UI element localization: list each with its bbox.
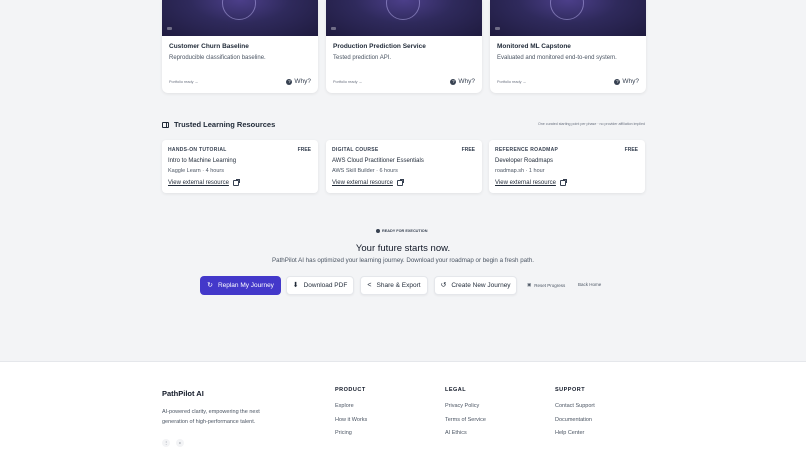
- why-button[interactable]: ? Why?: [450, 78, 475, 85]
- footer-link-contact[interactable]: Contact Support: [555, 403, 595, 409]
- resources-heading: Trusted Learning Resources: [162, 120, 275, 129]
- cta-subtitle: PathPilot AI has optimized your learning…: [272, 257, 534, 264]
- resource-type: DIGITAL COURSE: [332, 147, 379, 153]
- create-journey-button[interactable]: ↺ Create New Journey: [434, 276, 517, 295]
- check-icon: [376, 229, 380, 233]
- resource-card: DIGITAL COURSE FREE AWS Cloud Practition…: [326, 140, 482, 193]
- project-image: [162, 0, 318, 36]
- free-badge: FREE: [624, 147, 638, 153]
- page: Customer Churn Baseline Reproducible cla…: [0, 0, 806, 453]
- project-image: [490, 0, 646, 36]
- footer-brand: PathPilot AI: [162, 389, 204, 398]
- project-card: Production Prediction Service Tested pre…: [326, 0, 482, 93]
- footer-heading-product: PRODUCT: [335, 387, 366, 393]
- footer-link-ai-ethics[interactable]: AI Ethics: [445, 430, 467, 436]
- project-title: Customer Churn Baseline: [169, 43, 249, 50]
- share-icon: <: [367, 282, 372, 289]
- footer-link-how-it-works[interactable]: How it Works: [335, 417, 367, 423]
- resource-card: REFERENCE ROADMAP FREE Developer Roadmap…: [489, 140, 645, 193]
- portfolio-ready-link[interactable]: Portfolio ready →: [169, 80, 198, 84]
- refresh-icon: ↺: [440, 282, 447, 289]
- footer: PathPilot AI AI-powered clarity, empower…: [0, 361, 806, 453]
- project-title: Production Prediction Service: [333, 43, 426, 50]
- question-icon: ?: [450, 78, 457, 85]
- trash-icon: ▣: [527, 282, 532, 287]
- view-resource-link[interactable]: View external resource: [332, 179, 404, 186]
- resource-name: Intro to Machine Learning: [168, 158, 237, 164]
- book-icon: [162, 121, 169, 128]
- cta-title: Your future starts now.: [355, 243, 451, 254]
- footer-link-terms[interactable]: Terms of Service: [445, 417, 486, 423]
- project-title: Monitored ML Capstone: [497, 43, 571, 50]
- ready-badge: READY FOR EXECUTION: [376, 229, 428, 233]
- resource-meta: AWS Skill Builder · 6 hours: [332, 168, 398, 174]
- project-card: Monitored ML Capstone Evaluated and moni…: [490, 0, 646, 93]
- free-badge: FREE: [461, 147, 475, 153]
- project-desc: Tested prediction API.: [333, 55, 392, 61]
- back-home-link[interactable]: Back Home: [578, 282, 601, 287]
- external-link-icon: [559, 179, 567, 186]
- resources-note: One curated starting point per phase · n…: [537, 122, 645, 126]
- question-icon: ?: [614, 78, 621, 85]
- resource-type: REFERENCE ROADMAP: [495, 147, 559, 153]
- external-link-icon: [396, 179, 404, 186]
- project-image: [326, 0, 482, 36]
- portfolio-ready-link[interactable]: Portfolio ready →: [333, 80, 362, 84]
- share-export-button[interactable]: < Share & Export: [360, 276, 428, 295]
- resource-card: HANDS-ON TUTORIAL FREE Intro to Machine …: [162, 140, 318, 193]
- view-resource-link[interactable]: View external resource: [168, 179, 240, 186]
- footer-link-docs[interactable]: Documentation: [555, 417, 592, 423]
- project-desc: Reproducible classification baseline.: [169, 55, 266, 61]
- free-badge: FREE: [297, 147, 311, 153]
- footer-link-explore[interactable]: Explore: [335, 403, 354, 409]
- project-card: Customer Churn Baseline Reproducible cla…: [162, 0, 318, 93]
- external-link-icon: [232, 179, 240, 186]
- social-link-icon[interactable]: ⋮: [162, 439, 170, 447]
- reset-progress-button[interactable]: ▣ Reset Progress: [527, 282, 565, 288]
- resource-type: HANDS-ON TUTORIAL: [168, 147, 227, 153]
- why-button[interactable]: ? Why?: [286, 78, 311, 85]
- resource-name: Developer Roadmaps: [495, 158, 554, 164]
- refresh-icon: ↻: [207, 282, 213, 289]
- footer-heading-support: SUPPORT: [555, 387, 586, 393]
- download-pdf-button[interactable]: ⬇ Download PDF: [286, 276, 354, 295]
- resource-name: AWS Cloud Practitioner Essentials: [332, 158, 424, 164]
- why-button[interactable]: ? Why?: [614, 78, 639, 85]
- footer-link-privacy[interactable]: Privacy Policy: [445, 403, 479, 409]
- question-icon: ?: [286, 78, 293, 85]
- resource-meta: roadmap.sh · 1 hour: [495, 168, 545, 174]
- footer-heading-legal: LEGAL: [445, 387, 467, 393]
- view-resource-link[interactable]: View external resource: [495, 179, 567, 186]
- resource-meta: Kaggle Learn · 4 hours: [168, 168, 224, 174]
- replan-journey-button[interactable]: ↻ Replan My Journey: [200, 276, 281, 295]
- project-desc: Evaluated and monitored end-to-end syste…: [497, 55, 617, 61]
- footer-link-pricing[interactable]: Pricing: [335, 430, 352, 436]
- social-link-icon[interactable]: •: [176, 439, 184, 447]
- footer-tagline: AI-powered clarity, empowering the next …: [162, 409, 260, 425]
- footer-link-help[interactable]: Help Center: [555, 430, 584, 436]
- download-icon: ⬇: [292, 282, 299, 289]
- portfolio-ready-link[interactable]: Portfolio ready →: [497, 80, 526, 84]
